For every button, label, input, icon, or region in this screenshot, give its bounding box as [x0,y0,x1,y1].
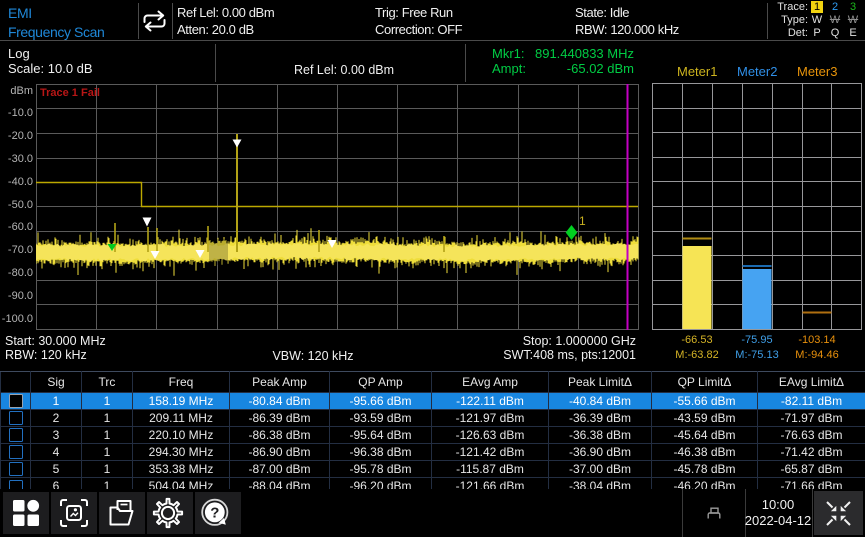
svg-text:?: ? [210,505,219,522]
svg-text:1: 1 [579,214,586,228]
